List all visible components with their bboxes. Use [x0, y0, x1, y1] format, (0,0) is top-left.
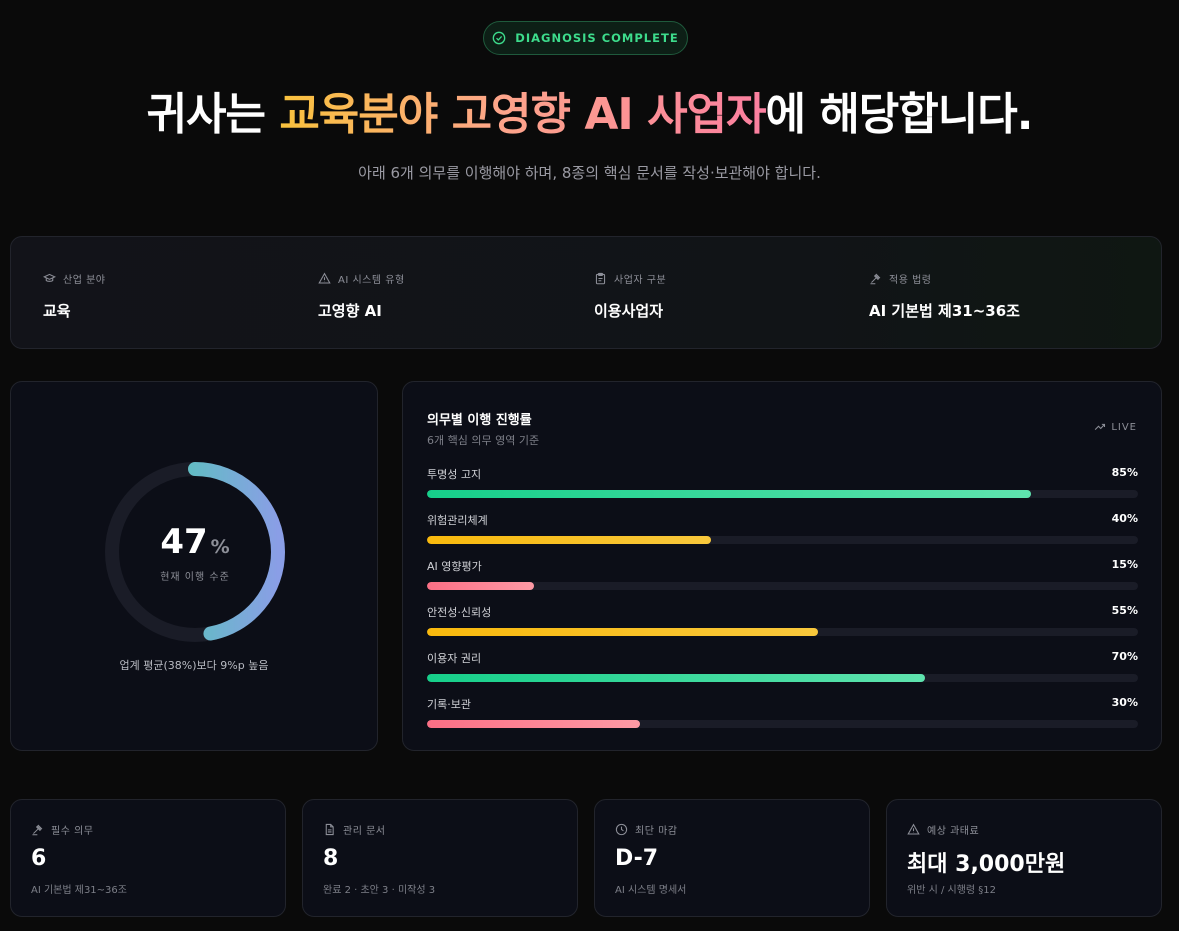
title-highlight: 교육분야 고영향 AI 사업자 — [279, 89, 766, 140]
progress-fill — [427, 490, 1032, 498]
trending-up-icon — [1095, 423, 1106, 430]
obligation-progress-card: 의무별 이행 진행률 6개 핵심 의무 영역 기준 LIVE 투명성 고지 85%… — [402, 381, 1162, 751]
stat-value: 6 — [31, 846, 47, 871]
progress-value: 30% — [1111, 696, 1138, 709]
progress-label: 이용자 권리 — [427, 652, 482, 665]
progress-value: 55% — [1111, 604, 1138, 617]
progress-value: 40% — [1111, 512, 1138, 525]
gauge-center: 47% 현재 이행 수준 — [103, 522, 287, 583]
gauge-caption: 현재 이행 수준 — [160, 572, 230, 583]
stat-value: D-7 — [615, 846, 659, 871]
progress-track — [427, 490, 1138, 498]
warning-triangle-icon — [318, 272, 331, 284]
gauge-comparison-note: 업계 평균(38%)보다 9%p 높음 — [119, 659, 269, 672]
clipboard-icon — [595, 272, 606, 285]
stat-card-penalty: 예상 과태료 최대 3,000만원 위반 시 / 시행령 §12 — [886, 799, 1162, 917]
warning-triangle-icon — [907, 823, 920, 835]
stat-card-documents: 관리 문서 8 완료 2 · 초안 3 · 미작성 3 — [302, 799, 578, 917]
badge-text: DIAGNOSIS COMPLETE — [515, 31, 679, 45]
stat-card-deadline: 최단 마감 D-7 AI 시스템 명세서 — [594, 799, 870, 917]
progress-fill — [427, 674, 925, 682]
progress-label: AI 영향평가 — [427, 560, 482, 573]
progress-row: AI 영향평가 15% — [427, 558, 1138, 604]
diagnosis-complete-badge: DIAGNOSIS COMPLETE — [483, 21, 688, 55]
stat-sub: 완료 2 · 초안 3 · 미작성 3 — [323, 885, 436, 896]
live-indicator: LIVE — [1094, 421, 1137, 433]
progress-label: 안전성·신뢰성 — [427, 606, 492, 619]
stat-value: 최대 3,000만원 — [907, 852, 1066, 877]
progress-label: 위험관리체계 — [427, 514, 488, 527]
progress-track — [427, 536, 1138, 544]
progress-title: 의무별 이행 진행률 — [427, 413, 532, 428]
progress-track — [427, 720, 1138, 728]
progress-subtitle: 6개 핵심 의무 영역 기준 — [427, 434, 540, 447]
progress-bar-list: 투명성 고지 85% 위험관리체계 40% AI 영향평가 15% 안전성·신뢰성 55… — [427, 466, 1138, 742]
progress-fill — [427, 720, 641, 728]
gauge-unit: % — [210, 536, 230, 558]
progress-row: 안전성·신뢰성 55% — [427, 604, 1138, 650]
progress-fill — [427, 582, 534, 590]
stat-sub: AI 시스템 명세서 — [615, 885, 687, 896]
stat-card-obligations: 필수 의무 6 AI 기본법 제31~36조 — [10, 799, 286, 917]
diagnosis-summary-card: 산업 분야 교육 AI 시스템 유형 고영향 AI 사업자 구분 이용사업자 적… — [10, 236, 1162, 349]
info-operator-type-value: 이용사업자 — [594, 302, 664, 320]
info-industry-value: 교육 — [43, 302, 71, 320]
progress-value: 70% — [1111, 650, 1138, 663]
info-law: 적용 법령 AI 기본법 제31~36조 — [869, 271, 1020, 321]
info-law-value: AI 기본법 제31~36조 — [869, 302, 1020, 320]
progress-row: 투명성 고지 85% — [427, 466, 1138, 512]
progress-row: 기록·보관 30% — [427, 696, 1138, 742]
progress-fill — [427, 536, 712, 544]
title-suffix: 에 해당합니다. — [765, 89, 1034, 140]
progress-row: 위험관리체계 40% — [427, 512, 1138, 558]
compliance-gauge-card: 47% 현재 이행 수준 업계 평균(38%)보다 9%p 높음 — [10, 381, 378, 751]
progress-label: 투명성 고지 — [427, 468, 482, 481]
progress-row: 이용자 권리 70% — [427, 650, 1138, 696]
progress-track — [427, 674, 1138, 682]
progress-value: 15% — [1111, 558, 1138, 571]
clock-icon — [615, 823, 628, 836]
gavel-icon — [32, 824, 43, 836]
progress-label: 기록·보관 — [427, 698, 471, 711]
stat-sub: 위반 시 / 시행령 §12 — [907, 885, 997, 896]
document-icon — [325, 823, 334, 836]
progress-value: 85% — [1111, 466, 1138, 479]
gauge-value: 47 — [160, 522, 208, 562]
gavel-icon — [870, 273, 881, 285]
check-circle-icon — [492, 31, 506, 45]
info-operator-type: 사업자 구분 이용사업자 — [594, 271, 666, 321]
info-system-type-value: 고영향 AI — [318, 302, 382, 320]
graduation-cap-icon — [43, 273, 56, 282]
page-subtitle: 아래 6개 의무를 이행해야 하며, 8종의 핵심 문서를 작성·보관해야 합니… — [358, 164, 821, 182]
title-prefix: 귀사는 — [146, 89, 280, 140]
info-industry: 산업 분야 교육 — [43, 271, 105, 321]
progress-track — [427, 628, 1138, 636]
page-title: 귀사는 교육분야 고영향 AI 사업자에 해당합니다. — [0, 78, 1179, 142]
progress-fill — [427, 628, 819, 636]
stat-sub: AI 기본법 제31~36조 — [31, 885, 127, 896]
progress-track — [427, 582, 1138, 590]
info-system-type: AI 시스템 유형 고영향 AI — [318, 271, 405, 321]
stat-value: 8 — [323, 846, 339, 871]
